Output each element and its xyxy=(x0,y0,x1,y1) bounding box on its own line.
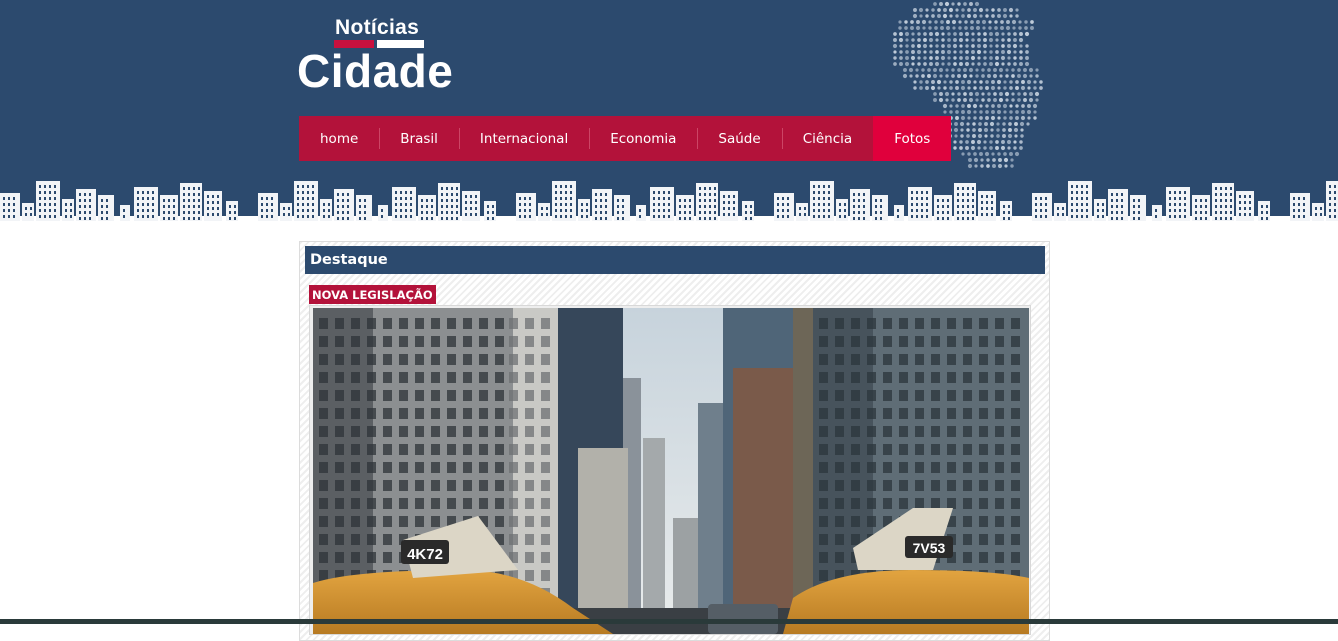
logo-big-text: Cidade xyxy=(297,45,454,97)
city-skyline-decoration xyxy=(0,181,1338,223)
nav-item-ciencia[interactable]: Ciência xyxy=(781,116,874,161)
nav-item-internacional[interactable]: Internacional xyxy=(458,116,589,161)
taxi-right-number: 7V53 xyxy=(913,540,946,556)
site-logo[interactable]: Notícias Cidade xyxy=(297,14,467,97)
category-badge[interactable]: NOVA LEGISLAÇÃO xyxy=(309,285,436,304)
featured-photo-frame: 4K72 7V53 xyxy=(309,305,1031,635)
taxi-left-number: 4K72 xyxy=(407,546,443,563)
site-header: Notícias Cidade home Brasil Internaciona… xyxy=(0,0,1338,223)
nav-item-fotos[interactable]: Fotos xyxy=(873,116,952,161)
section-title: Destaque xyxy=(305,246,1045,274)
featured-photo[interactable]: 4K72 7V53 xyxy=(313,308,1029,634)
city-street-photo: 4K72 7V53 xyxy=(313,308,1029,634)
nav-item-economia[interactable]: Economia xyxy=(589,116,697,161)
nav-item-brasil[interactable]: Brasil xyxy=(379,116,459,161)
featured-section: Destaque NOVA LEGISLAÇÃO 4K72 7V53 xyxy=(299,241,1050,641)
bottom-strip xyxy=(0,619,1338,624)
logo-small-text: Notícias xyxy=(335,16,420,39)
nav-item-home[interactable]: home xyxy=(299,116,379,161)
nav-item-saude[interactable]: Saúde xyxy=(697,116,781,161)
main-nav: home Brasil Internacional Economia Saúde… xyxy=(299,116,952,161)
